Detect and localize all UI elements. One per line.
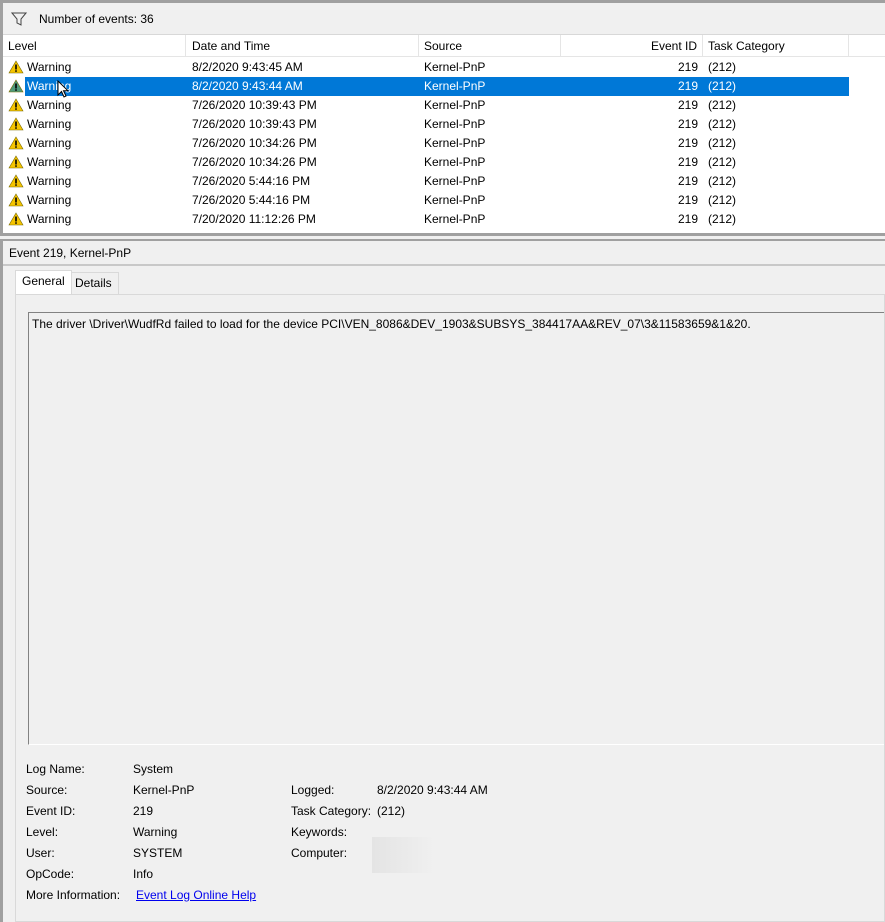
table-row[interactable]: Warning 7/26/2020 10:34:26 PM Kernel-PnP 21…	[3, 134, 885, 153]
column-header-level[interactable]: Level	[3, 35, 186, 57]
level-value: Warning	[133, 825, 178, 839]
task-category-value: (212)	[377, 804, 406, 818]
row-datetime: 7/26/2020 10:39:43 PM	[192, 117, 317, 131]
table-row[interactable]: Warning 8/2/2020 9:43:44 AM Kernel-PnP 219(…	[3, 77, 885, 96]
row-task-category: (212)	[708, 136, 737, 150]
detail-title: Event 219, Kernel-PnP	[9, 246, 132, 260]
row-event-id: 219	[677, 98, 698, 112]
row-source: Kernel-PnP	[424, 155, 486, 169]
row-level: Warning	[27, 117, 72, 131]
keywords-label: Keywords:	[291, 825, 348, 839]
column-header-task-category[interactable]: Task Category	[703, 35, 849, 57]
event-rows: Warning 8/2/2020 9:43:45 AM Kernel-PnP 219 (…	[3, 58, 885, 229]
more-info-label: More Information:	[26, 888, 121, 902]
row-event-id: 219	[677, 212, 698, 226]
event-message[interactable]: The driver \Driver\WudfRd failed to load…	[28, 312, 884, 745]
table-row[interactable]: Warning 8/2/2020 9:43:45 AM Kernel-PnP 219 (…	[3, 58, 885, 77]
user-label: User:	[26, 846, 55, 860]
logged-label: Logged:	[291, 783, 335, 797]
row-task-category: (212)	[708, 60, 737, 74]
row-datetime: 7/26/2020 5:44:16 PM	[192, 174, 311, 188]
filter-bar: Number of events: 36	[3, 3, 885, 35]
table-row[interactable]: Warning 7/26/2020 10:34:26 PM Kernel-PnP 21…	[3, 153, 885, 172]
event-id-label: Event ID:	[26, 804, 76, 818]
row-event-id: 219	[677, 136, 698, 150]
row-event-id: 219	[677, 117, 698, 131]
opcode-value: Info	[133, 867, 154, 881]
task-category-label: Task Category:	[291, 804, 372, 818]
log-name-label: Log Name:	[26, 762, 85, 776]
row-task-category: (212)	[708, 98, 737, 112]
row-level: Warning	[27, 155, 72, 169]
event-count: Number of events: 36	[39, 11, 154, 26]
row-source: Kernel-PnP	[424, 117, 486, 131]
logged-value: 8/2/2020 9:43:44 AM	[377, 783, 488, 797]
filter-icon[interactable]	[9, 12, 29, 26]
row-level: Warning	[27, 174, 72, 188]
row-level: Warning	[27, 136, 72, 150]
opcode-label: OpCode:	[26, 867, 75, 881]
row-datetime: 7/26/2020 10:34:26 PM	[192, 155, 317, 169]
warning-icon	[8, 212, 24, 232]
events-list-pane: Number of events: 36 Level Date and Time…	[0, 0, 885, 236]
column-header-date[interactable]: Date and Time	[187, 35, 419, 57]
table-row[interactable]: Warning 7/26/2020 5:44:16 PM Kernel-PnP 219…	[3, 172, 885, 191]
row-event-id: 219	[677, 79, 698, 93]
general-tab-panel: The driver \Driver\WudfRd failed to load…	[15, 294, 885, 922]
user-value: SYSTEM	[133, 846, 183, 860]
table-row[interactable]: Warning 7/20/2020 11:12:26 PM Kernel-PnP 21…	[3, 210, 885, 229]
column-header-event-id[interactable]: Event ID	[561, 35, 703, 57]
row-datetime: 8/2/2020 9:43:45 AM	[192, 60, 303, 74]
source-value: Kernel-PnP	[133, 783, 195, 797]
event-detail-pane: Event 219, Kernel-PnP Details General Th…	[0, 239, 885, 922]
column-header-source[interactable]: Source	[419, 35, 561, 57]
tab-details[interactable]: Details	[68, 272, 119, 294]
row-level: Warning	[27, 212, 72, 226]
computer-value-redacted	[372, 837, 434, 873]
row-datetime: 7/26/2020 5:44:16 PM	[192, 193, 311, 207]
level-label: Level:	[26, 825, 59, 839]
table-row[interactable]: Warning 7/26/2020 10:39:43 PM Kernel-PnP 21…	[3, 115, 885, 134]
row-source: Kernel-PnP	[424, 136, 486, 150]
row-task-category: (212)	[708, 155, 737, 169]
row-source: Kernel-PnP	[424, 98, 486, 112]
row-source: Kernel-PnP	[424, 60, 486, 74]
row-datetime: 7/26/2020 10:39:43 PM	[192, 98, 317, 112]
row-event-id: 219	[677, 174, 698, 188]
row-datetime: 7/26/2020 10:34:26 PM	[192, 136, 317, 150]
tab-general[interactable]: General	[15, 270, 72, 294]
row-level: Warning	[27, 193, 72, 207]
row-datetime: 8/2/2020 9:43:44 AM	[192, 79, 303, 93]
row-level: Warning	[27, 60, 72, 74]
row-datetime: 7/20/2020 11:12:26 PM	[192, 212, 316, 226]
row-source: Kernel-PnP	[424, 212, 486, 226]
table-row[interactable]: Warning 7/26/2020 10:39:43 PM Kernel-PnP 21…	[3, 96, 885, 115]
row-task-category: (212)	[708, 79, 737, 93]
mouse-cursor-icon	[57, 80, 69, 98]
row-task-category: (212)	[708, 193, 737, 207]
row-level: Warning	[27, 98, 72, 112]
row-event-id: 219	[677, 155, 698, 169]
source-label: Source:	[26, 783, 68, 797]
row-task-category: (212)	[708, 117, 737, 131]
computer-label: Computer:	[291, 846, 348, 860]
row-task-category: (212)	[708, 174, 737, 188]
row-event-id: 219	[677, 60, 698, 74]
column-headers: Level Date and Time Source Event ID Task…	[3, 35, 885, 57]
event-log-online-help-link[interactable]: Event Log Online Help	[136, 888, 256, 902]
row-source: Kernel-PnP	[424, 174, 486, 188]
row-source: Kernel-PnP	[424, 193, 486, 207]
table-row[interactable]: Warning 7/26/2020 5:44:16 PM Kernel-PnP 219…	[3, 191, 885, 210]
divider	[3, 264, 885, 266]
event-id-value: 219	[133, 804, 154, 818]
row-source: Kernel-PnP	[424, 79, 486, 93]
row-task-category: (212)	[708, 212, 737, 226]
log-name-value: System	[133, 762, 174, 776]
row-event-id: 219	[677, 193, 698, 207]
